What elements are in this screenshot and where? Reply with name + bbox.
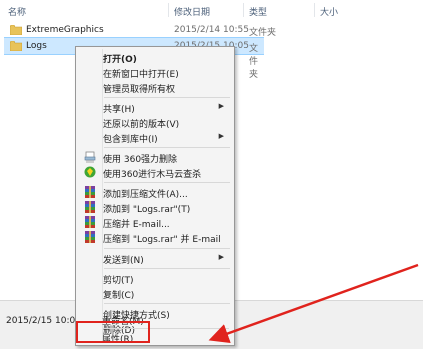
red-arrow-icon (208, 263, 419, 344)
